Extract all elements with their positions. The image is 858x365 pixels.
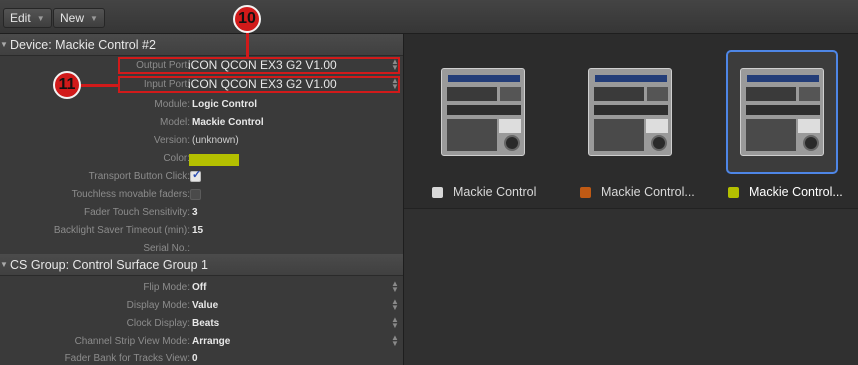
model-label: Model: xyxy=(159,117,190,128)
output-port-highlight xyxy=(118,57,400,74)
clock-display-row[interactable]: Clock Display: Beats ▲ ▼ xyxy=(0,315,403,333)
clock-display-label: Clock Display: xyxy=(126,318,190,329)
flip-mode-row[interactable]: Flip Mode: Off ▲ ▼ xyxy=(0,279,403,297)
fader-bank-value[interactable]: 0 xyxy=(192,353,198,364)
callout-10-leader xyxy=(246,30,249,58)
fader-touch-row[interactable]: Fader Touch Sensitivity: 3 xyxy=(0,204,403,222)
model-value: Mackie Control xyxy=(192,117,264,128)
backlight-row[interactable]: Backlight Saver Timeout (min): 15 xyxy=(0,222,403,240)
display-mode-value[interactable]: Value xyxy=(192,300,218,311)
channel-strip-label: Channel Strip View Mode: xyxy=(74,336,190,347)
device-name: Mackie Control... xyxy=(601,185,695,199)
flip-mode-label: Flip Mode: xyxy=(143,282,190,293)
backlight-label: Backlight Saver Timeout (min): xyxy=(53,225,190,236)
device-icon-area: Mackie Control Mackie Control... Mackie … xyxy=(404,34,858,209)
fader-bank-label: Fader Bank for Tracks View: xyxy=(64,353,190,364)
module-label: Module: xyxy=(154,99,190,110)
version-label: Version: xyxy=(153,135,190,146)
up-down-arrows-icon[interactable]: ▲ ▼ xyxy=(391,280,399,294)
module-row: Module: Logic Control xyxy=(0,96,403,114)
touchless-checkbox[interactable] xyxy=(190,189,201,200)
callout-11-badge: 11 xyxy=(53,71,81,99)
mackie-control-device-icon xyxy=(588,68,672,156)
device-label-1[interactable]: Mackie Control xyxy=(432,184,536,200)
transport-click-checkbox[interactable]: ✓ xyxy=(190,169,202,182)
flip-mode-value[interactable]: Off xyxy=(192,282,206,293)
chevron-down-icon: ▼ xyxy=(90,13,98,23)
toolbar: Edit ▼ New ▼ xyxy=(0,0,858,34)
channel-strip-row[interactable]: Channel Strip View Mode: Arrange ▲ ▼ xyxy=(0,333,403,351)
module-value: Logic Control xyxy=(192,99,257,110)
edit-menu-label: Edit xyxy=(10,11,31,25)
device-tile-1[interactable] xyxy=(431,62,537,162)
callout-10-badge: 10 xyxy=(233,5,261,33)
chevron-down-icon: ▼ xyxy=(36,13,45,23)
transport-click-label: Transport Button Click: xyxy=(88,171,190,182)
color-row[interactable]: Color: xyxy=(0,150,403,168)
backlight-value[interactable]: 15 xyxy=(192,225,203,236)
device-color-swatch xyxy=(728,186,739,198)
input-port-highlight xyxy=(118,76,400,93)
device-color-swatch xyxy=(580,186,591,198)
device-name: Mackie Control xyxy=(453,185,537,199)
device-label-2[interactable]: Mackie Control... xyxy=(580,184,695,200)
device-name: Mackie Control... xyxy=(749,185,843,199)
clock-display-value[interactable]: Beats xyxy=(192,318,219,329)
device-color-swatch xyxy=(432,186,443,198)
version-value: (unknown) xyxy=(192,135,239,146)
up-down-arrows-icon[interactable]: ▲ ▼ xyxy=(391,334,399,348)
version-row: Version: (unknown) xyxy=(0,132,403,150)
display-mode-row[interactable]: Display Mode: Value ▲ ▼ xyxy=(0,297,403,315)
device-browser: Mackie Control Mackie Control... Mackie … xyxy=(403,34,858,365)
device-section-title: Device: Mackie Control #2 xyxy=(10,37,156,52)
device-label-3[interactable]: Mackie Control... xyxy=(728,184,843,200)
fader-touch-value[interactable]: 3 xyxy=(192,207,198,218)
new-menu-button[interactable]: New ▼ xyxy=(53,8,105,28)
up-down-arrows-icon[interactable]: ▲ ▼ xyxy=(391,298,399,312)
model-row: Model: Mackie Control xyxy=(0,114,403,132)
edit-menu-button[interactable]: Edit ▼ xyxy=(3,8,52,28)
touchless-label: Touchless movable faders: xyxy=(71,189,190,200)
mackie-control-device-icon xyxy=(441,68,525,156)
device-tile-3-selected[interactable] xyxy=(726,50,838,174)
device-section-header[interactable]: ▼ Device: Mackie Control #2 xyxy=(0,34,403,56)
mackie-control-device-icon xyxy=(740,68,824,156)
up-down-arrows-icon[interactable]: ▲ ▼ xyxy=(391,316,399,330)
new-menu-label: New xyxy=(60,11,85,25)
fader-touch-label: Fader Touch Sensitivity: xyxy=(84,207,190,218)
color-label: Color: xyxy=(163,153,190,164)
group-section-header[interactable]: ▼ CS Group: Control Surface Group 1 xyxy=(0,254,403,276)
group-section-title: CS Group: Control Surface Group 1 xyxy=(10,257,209,272)
serial-label: Serial No.: xyxy=(143,243,190,254)
device-tile-2[interactable] xyxy=(578,62,684,162)
channel-strip-value[interactable]: Arrange xyxy=(192,336,230,347)
display-mode-label: Display Mode: xyxy=(126,300,190,311)
disclosure-triangle-icon[interactable]: ▼ xyxy=(0,260,10,269)
checkmark-icon: ✓ xyxy=(192,169,202,181)
touchless-row[interactable]: Touchless movable faders: xyxy=(0,186,403,204)
transport-click-row[interactable]: Transport Button Click: ✓ xyxy=(0,168,403,186)
color-swatch[interactable] xyxy=(189,154,239,166)
disclosure-triangle-icon[interactable]: ▼ xyxy=(0,40,10,49)
callout-11-leader xyxy=(80,84,120,87)
fader-bank-row[interactable]: Fader Bank for Tracks View: 0 xyxy=(0,350,403,365)
